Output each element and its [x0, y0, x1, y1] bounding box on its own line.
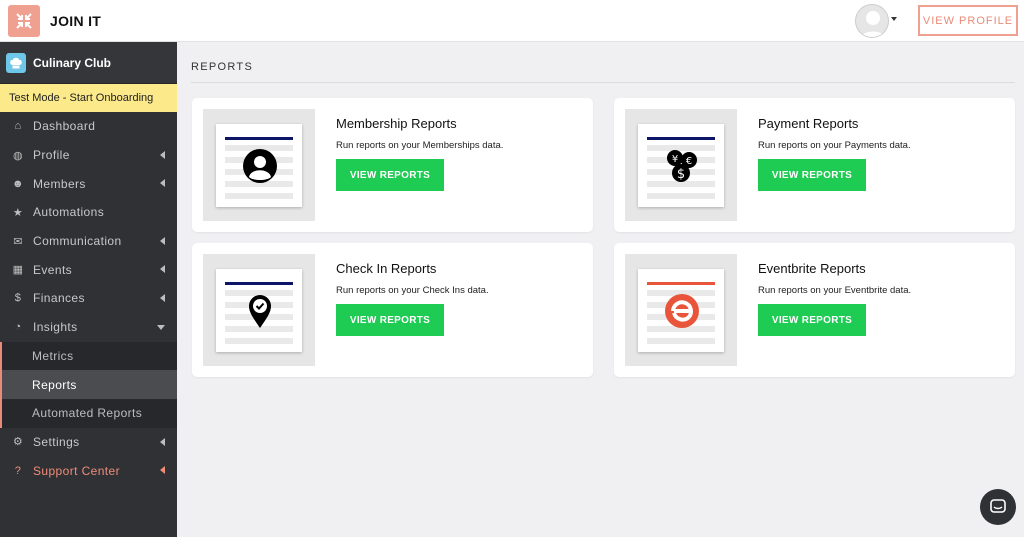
sidebar: Culinary Club Test Mode - Start Onboardi…	[0, 42, 177, 537]
home-icon: ⌂	[14, 120, 22, 133]
sidebar-item-label: Support Center	[33, 463, 120, 478]
chevron-left-icon	[160, 150, 165, 159]
chat-widget-button[interactable]	[980, 489, 1016, 525]
report-card-membership: Membership Reports Run reports on your M…	[192, 98, 593, 232]
users-icon: ☻	[12, 177, 24, 190]
view-reports-button[interactable]: VIEW REPORTS	[758, 304, 866, 336]
help-icon: ?	[14, 464, 22, 477]
sidebar-item-label: Automations	[33, 205, 105, 220]
chevron-down-icon[interactable]	[891, 17, 897, 21]
view-reports-button[interactable]: VIEW REPORTS	[336, 304, 444, 336]
sidebar-subitem-metrics[interactable]: Metrics	[0, 341, 177, 371]
card-description: Run reports on your Payments data.	[758, 140, 911, 151]
chevron-left-icon	[160, 437, 165, 446]
card-title: Payment Reports	[758, 116, 859, 131]
report-thumbnail	[625, 254, 737, 366]
pie-chart-icon: ◔	[14, 321, 22, 334]
chef-hat-icon	[6, 52, 26, 73]
calendar-icon: ▦	[12, 264, 24, 277]
page-title: REPORTS	[191, 61, 254, 73]
card-description: Run reports on your Eventbrite data.	[758, 285, 912, 296]
currency-coins-icon: ¥ € $	[664, 148, 700, 184]
user-avatar[interactable]	[855, 4, 889, 38]
view-reports-button[interactable]: VIEW REPORTS	[758, 159, 866, 191]
dollar-icon: $	[14, 292, 22, 305]
document-illustration	[216, 269, 302, 352]
sidebar-item-label: Finances	[33, 291, 85, 306]
top-bar: JOIN IT VIEW PROFILE	[0, 0, 1024, 42]
gear-icon: ⚙	[12, 436, 24, 449]
card-title: Eventbrite Reports	[758, 261, 866, 276]
sidebar-item-settings[interactable]: ⚙ Settings	[0, 428, 177, 457]
sidebar-item-insights[interactable]: ◔ Insights	[0, 313, 177, 342]
divider	[191, 82, 1015, 83]
chevron-down-icon	[157, 324, 165, 330]
sidebar-item-members[interactable]: ☻ Members	[0, 169, 177, 198]
chevron-left-icon	[160, 236, 165, 245]
card-description: Run reports on your Check Ins data.	[336, 285, 489, 296]
view-profile-button[interactable]: VIEW PROFILE	[918, 5, 1018, 36]
report-thumbnail	[203, 254, 315, 366]
sidebar-subitem-automated-reports[interactable]: Automated Reports	[0, 398, 177, 428]
card-description: Run reports on your Memberships data.	[336, 140, 504, 151]
chevron-left-icon	[160, 179, 165, 188]
document-illustration: ¥ € $	[638, 124, 724, 207]
sidebar-item-support-center[interactable]: ? Support Center	[0, 456, 177, 485]
eventbrite-logo-icon	[664, 293, 700, 329]
sidebar-item-dashboard[interactable]: ⌂ Dashboard	[0, 112, 177, 141]
sidebar-item-events[interactable]: ▦ Events	[0, 255, 177, 284]
map-pin-check-icon	[242, 293, 278, 329]
sidebar-item-label: Communication	[33, 234, 122, 249]
report-thumbnail: ¥ € $	[625, 109, 737, 221]
chevron-left-icon	[160, 466, 165, 475]
sidebar-subitem-reports[interactable]: Reports	[0, 370, 177, 399]
document-illustration	[216, 124, 302, 207]
report-card-payment: ¥ € $ Payment Reports Run reports on you…	[614, 98, 1015, 232]
sidebar-item-finances[interactable]: $ Finances	[0, 284, 177, 313]
sidebar-item-profile[interactable]: ◍ Profile	[0, 141, 177, 170]
sidebar-item-label: Dashboard	[33, 119, 96, 134]
card-title: Check In Reports	[336, 261, 437, 276]
sidebar-item-label: Events	[33, 262, 73, 277]
brand-name: JOIN IT	[50, 12, 102, 29]
star-icon: ★	[12, 206, 24, 219]
envelope-icon: ✉	[13, 235, 23, 248]
card-title: Membership Reports	[336, 116, 457, 131]
club-header[interactable]: Culinary Club	[0, 42, 177, 84]
sidebar-item-label: Profile	[33, 148, 70, 163]
sidebar-item-automations[interactable]: ★ Automations	[0, 198, 177, 227]
report-card-eventbrite: Eventbrite Reports Run reports on your E…	[614, 243, 1015, 377]
svg-text:¥: ¥	[672, 154, 678, 165]
user-circle-icon	[242, 148, 278, 184]
report-thumbnail	[203, 109, 315, 221]
logo-arrows-icon	[16, 12, 32, 29]
sidebar-item-communication[interactable]: ✉ Communication	[0, 227, 177, 256]
chevron-left-icon	[160, 294, 165, 303]
sidebar-item-label: Insights	[33, 320, 78, 335]
document-illustration	[638, 269, 724, 352]
sidebar-item-label: Members	[33, 176, 86, 191]
main-content: REPORTS Membership Reports Run reports o…	[177, 42, 1024, 537]
join-it-logo[interactable]	[8, 4, 40, 37]
report-card-check-in: Check In Reports Run reports on your Che…	[192, 243, 593, 377]
test-mode-banner[interactable]: Test Mode - Start Onboarding	[0, 84, 177, 112]
chevron-left-icon	[160, 265, 165, 274]
sidebar-item-label: Settings	[33, 434, 80, 449]
globe-icon: ◍	[13, 149, 23, 162]
svg-text:€: €	[686, 156, 692, 167]
view-reports-button[interactable]: VIEW REPORTS	[336, 159, 444, 191]
club-name: Culinary Club	[33, 55, 112, 70]
svg-text:$: $	[677, 167, 685, 182]
default-avatar-icon	[860, 11, 886, 37]
chat-bubble-icon	[990, 499, 1006, 513]
